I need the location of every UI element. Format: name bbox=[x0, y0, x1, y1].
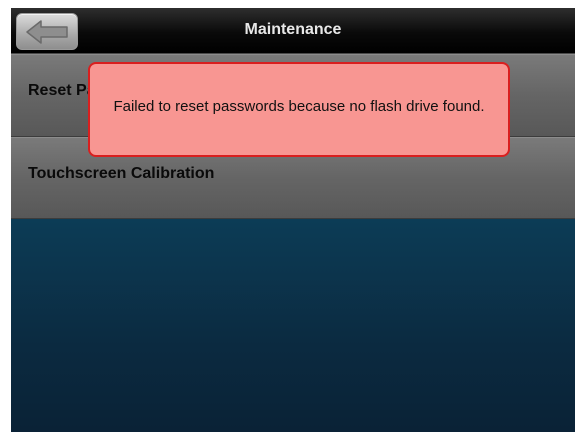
header-bar: Maintenance bbox=[11, 8, 575, 54]
content-area bbox=[11, 219, 575, 432]
error-toast[interactable]: Failed to reset passwords because no fla… bbox=[88, 62, 510, 157]
toast-message: Failed to reset passwords because no fla… bbox=[113, 97, 485, 115]
maintenance-screen: Maintenance Reset Passwords Touchscreen … bbox=[11, 8, 575, 432]
menu-item-label: Touchscreen Calibration bbox=[28, 165, 215, 182]
page-title: Maintenance bbox=[244, 21, 342, 38]
